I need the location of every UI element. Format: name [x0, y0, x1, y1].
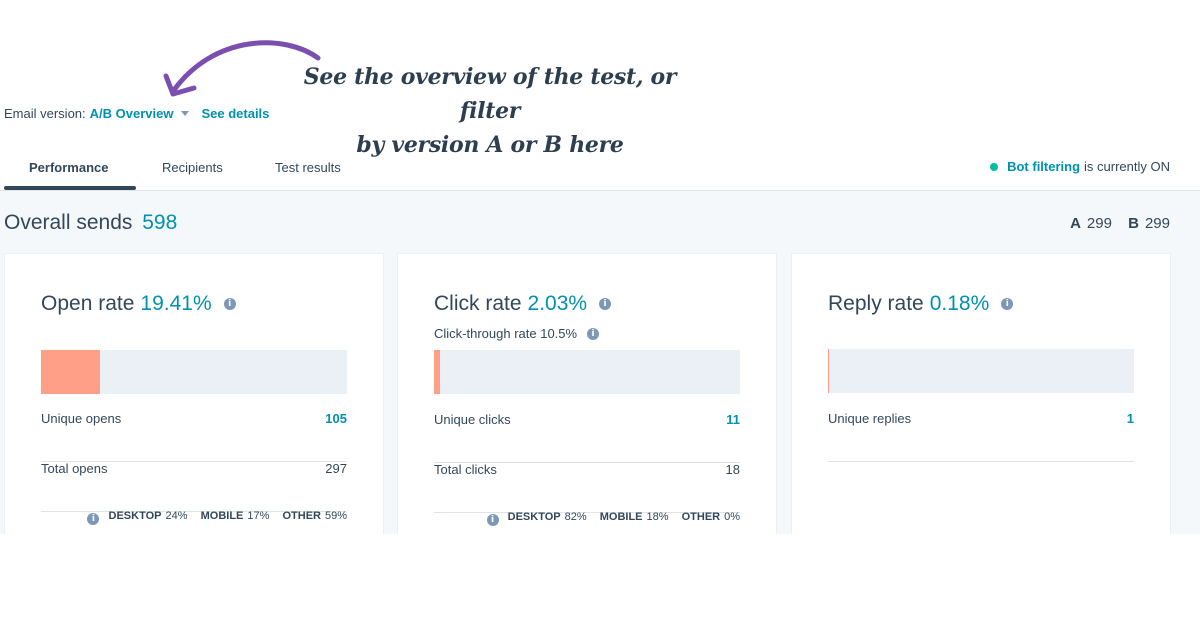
desktop-value: 82%: [564, 511, 587, 523]
other-value: 59%: [324, 510, 347, 522]
email-version-row: Email version: A/B Overview See details: [4, 106, 269, 121]
total-clicks-label: Total clicks: [434, 462, 497, 477]
total-opens-label: Total opens: [41, 461, 108, 476]
total-opens-row: Total opens 297: [41, 461, 347, 512]
overall-sends: Overall sends 598: [4, 211, 177, 235]
click-rate-bar: [434, 350, 740, 394]
desktop-label: DESKTOP: [507, 511, 561, 523]
total-clicks-value: 18: [725, 462, 740, 477]
tab-test-results[interactable]: Test results: [275, 160, 341, 175]
click-device-breakdown: i DESKTOP 82% MOBILE 18% OTHER 0%: [434, 511, 740, 526]
click-through-rate: Click-through rate 10.5% i: [434, 326, 600, 341]
unique-clicks-row: Unique clicks 11: [434, 412, 740, 463]
unique-replies-row: Unique replies 1: [828, 411, 1134, 462]
total-clicks-row: Total clicks 18: [434, 462, 740, 513]
open-rate-card: Open rate 19.41% i Unique opens 105 Tota…: [4, 253, 384, 534]
open-rate-value: 19.41%: [140, 292, 212, 315]
desktop-label: DESKTOP: [108, 510, 162, 522]
reply-rate-card: Reply rate 0.18% i Unique replies 1: [791, 253, 1171, 534]
info-icon[interactable]: i: [587, 327, 600, 340]
mobile-label: MOBILE: [599, 511, 643, 523]
click-rate-title: Click rate 2.03% i: [434, 292, 612, 316]
info-icon[interactable]: i: [1001, 298, 1014, 310]
mobile-value: 18%: [646, 511, 669, 523]
reply-rate-title: Reply rate 0.18% i: [828, 292, 1014, 316]
status-dot-icon: [990, 162, 999, 171]
other-label: OTHER: [282, 510, 321, 522]
unique-opens-value[interactable]: 105: [325, 411, 347, 426]
other-value: 0%: [724, 511, 740, 523]
version-a-sends: 299: [1086, 215, 1112, 232]
reply-rate-bar-fill: [828, 349, 830, 393]
mobile-label: MOBILE: [200, 510, 244, 522]
total-opens-value: 297: [325, 461, 347, 476]
annotation-text: See the overview of the test, or filter …: [300, 60, 680, 162]
unique-replies-value[interactable]: 1: [1127, 411, 1134, 426]
open-device-breakdown: i DESKTOP 24% MOBILE 17% OTHER 59%: [41, 510, 347, 525]
open-rate-label: Open rate: [41, 292, 135, 315]
bot-filtering-link[interactable]: Bot filtering: [1007, 159, 1080, 174]
desktop-value: 24%: [165, 510, 188, 522]
reply-rate-bar: [828, 349, 1134, 393]
open-rate-bar: [41, 350, 347, 394]
overall-sends-value: 598: [142, 211, 178, 234]
click-rate-card: Click rate 2.03% i Click-through rate 10…: [397, 253, 777, 534]
click-through-rate-text: Click-through rate 10.5%: [434, 326, 578, 341]
bot-filtering-state: is currently ON: [1084, 159, 1170, 174]
active-tab-indicator: [4, 186, 136, 190]
version-b-sends: 299: [1144, 215, 1170, 232]
tab-recipients[interactable]: Recipients: [162, 160, 223, 175]
click-rate-value: 2.03%: [527, 292, 588, 315]
reply-rate-value: 0.18%: [929, 292, 990, 315]
open-rate-title: Open rate 19.41% i: [41, 292, 236, 316]
bot-filtering-status: Bot filtering is currently ON: [990, 159, 1170, 174]
click-rate-label: Click rate: [434, 292, 522, 315]
see-details-link[interactable]: See details: [201, 106, 269, 121]
email-version-dropdown[interactable]: A/B Overview: [90, 106, 174, 121]
unique-clicks-label: Unique clicks: [434, 412, 511, 427]
caret-down-icon[interactable]: [181, 111, 190, 116]
info-icon[interactable]: i: [223, 298, 236, 310]
email-version-label: Email version:: [4, 106, 86, 121]
open-rate-bar-fill: [41, 350, 101, 394]
reply-rate-label: Reply rate: [828, 292, 924, 315]
annotation-line-1: See the overview of the test, or filter: [303, 64, 677, 124]
unique-opens-label: Unique opens: [41, 411, 122, 426]
tab-performance[interactable]: Performance: [29, 160, 108, 175]
performance-panel: Overall sends 598 A 299 B 299 Open rate 19…: [0, 191, 1200, 534]
click-rate-bar-fill: [434, 350, 441, 394]
version-sends: A 299 B 299: [1070, 215, 1170, 232]
info-icon[interactable]: i: [486, 514, 499, 526]
unique-replies-label: Unique replies: [828, 411, 912, 426]
unique-opens-row: Unique opens 105: [41, 411, 347, 462]
other-label: OTHER: [681, 511, 721, 523]
version-a-label: A: [1070, 215, 1081, 232]
mobile-value: 17%: [247, 510, 270, 522]
overall-sends-label: Overall sends: [4, 211, 133, 234]
info-icon[interactable]: i: [87, 513, 100, 525]
version-b-label: B: [1128, 215, 1139, 232]
unique-clicks-value[interactable]: 11: [726, 412, 740, 427]
info-icon[interactable]: i: [599, 298, 612, 310]
